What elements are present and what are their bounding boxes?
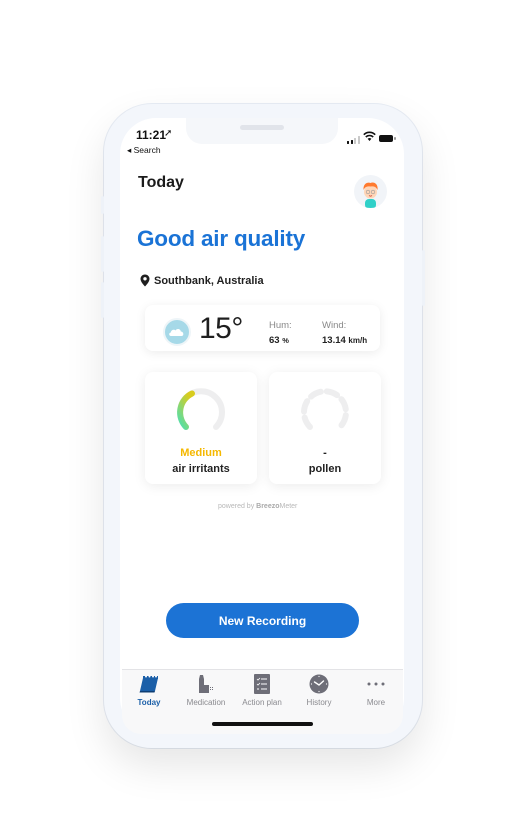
air-irritants-card[interactable]: Medium air irritants xyxy=(145,372,257,484)
battery-icon xyxy=(379,135,393,142)
wind-unit: km/h xyxy=(348,336,368,345)
humidity-unit: % xyxy=(282,336,289,345)
attribution: powered by BreezoMeter xyxy=(218,503,297,510)
home-indicator[interactable] xyxy=(212,722,313,726)
location-arrow-icon: ➚ xyxy=(164,128,173,139)
side-button xyxy=(101,236,104,272)
location: Southbank, Australia xyxy=(140,274,264,287)
signal-icon xyxy=(347,136,360,144)
tab-history[interactable]: History xyxy=(291,674,347,707)
humidity-number: 63 xyxy=(269,335,280,346)
attribution-brand-bold: Breezo xyxy=(256,503,280,510)
new-recording-button[interactable]: New Recording xyxy=(166,603,359,638)
tab-more-label: More xyxy=(366,698,386,707)
temperature: 15° xyxy=(199,312,243,345)
wind-number: 13.14 xyxy=(322,335,346,346)
tab-more[interactable]: More xyxy=(348,674,404,707)
cloud-icon xyxy=(169,329,184,336)
tab-action-plan[interactable]: Action plan xyxy=(234,674,290,707)
notch xyxy=(186,118,338,144)
tab-medication-label: Medication xyxy=(186,698,226,707)
air-quality-headline: Good air quality xyxy=(137,226,306,251)
air-irritants-level: Medium xyxy=(180,447,222,459)
pollen-gauge xyxy=(301,388,349,430)
page-title: Today xyxy=(138,174,184,191)
inhaler-icon xyxy=(199,675,213,693)
tab-history-label: History xyxy=(306,698,332,707)
humidity-value: 63 % xyxy=(269,335,289,346)
air-irritants-label: air irritants xyxy=(172,463,230,475)
side-button xyxy=(101,282,104,318)
speaker xyxy=(240,125,284,130)
battery-tip xyxy=(394,137,396,140)
wind-label: Wind: xyxy=(322,320,347,331)
attribution-prefix: powered by xyxy=(218,503,257,510)
checklist-icon xyxy=(254,674,270,694)
pollen-label: pollen xyxy=(308,463,342,475)
tab-today[interactable]: Today xyxy=(121,674,177,707)
air-irritants-gauge xyxy=(177,388,225,430)
weather-icon-bg xyxy=(163,318,191,346)
wifi-icon xyxy=(363,131,376,141)
attribution-brand-rest: Meter xyxy=(279,503,298,510)
clock-icon xyxy=(309,674,329,694)
pollen-level: - xyxy=(323,447,327,459)
humidity-label: Hum: xyxy=(269,320,292,331)
child-avatar-icon xyxy=(363,182,378,208)
side-button xyxy=(422,250,425,306)
calendar-icon xyxy=(139,675,158,693)
map-pin-icon xyxy=(140,274,150,287)
tab-medication[interactable]: Medication xyxy=(178,674,234,707)
wind-value: 13.14 km/h xyxy=(322,335,367,346)
gauge-fill xyxy=(177,390,195,430)
status-time: 11:21 xyxy=(136,128,167,142)
tab-action-plan-label: Action plan xyxy=(242,698,282,707)
tab-today-label: Today xyxy=(137,698,161,707)
more-dots-icon xyxy=(367,682,385,686)
avatar[interactable] xyxy=(354,175,387,208)
gauge-track-dashed xyxy=(301,388,349,430)
location-text: Southbank, Australia xyxy=(154,274,264,287)
back-to-search-link[interactable]: ◂ Search xyxy=(127,145,161,156)
pollen-card[interactable]: - pollen xyxy=(269,372,381,484)
side-button xyxy=(101,196,104,214)
